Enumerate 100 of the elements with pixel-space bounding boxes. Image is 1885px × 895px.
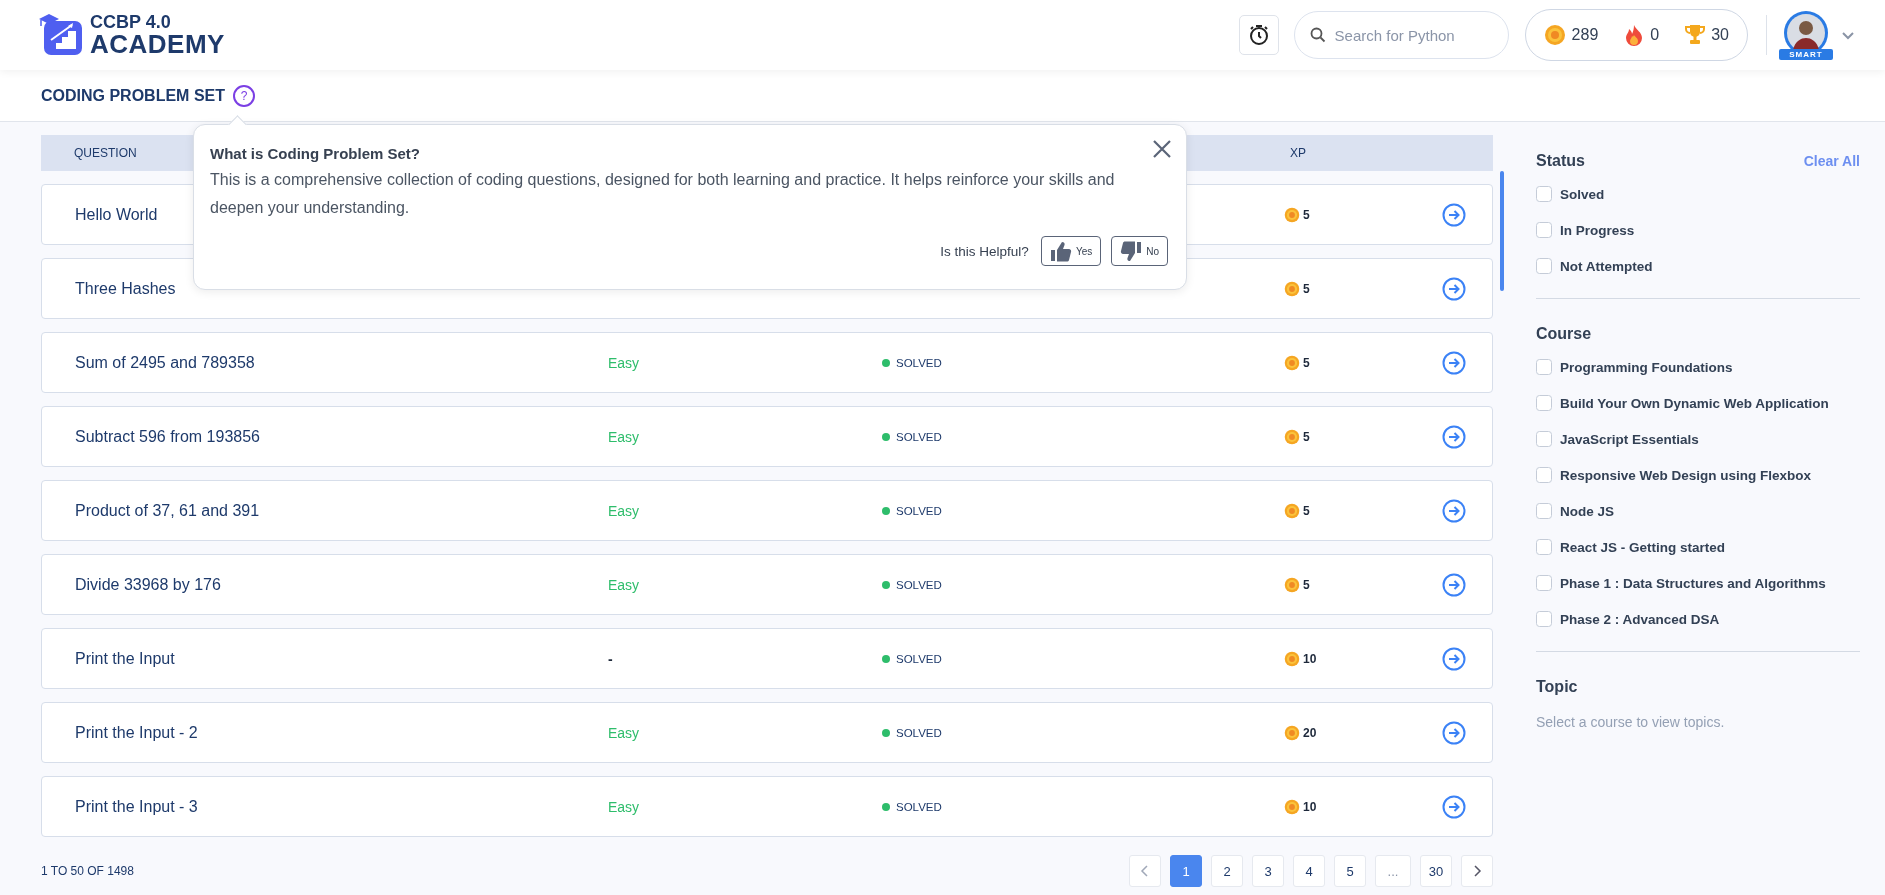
xp-coin-icon xyxy=(1284,354,1300,371)
page-button[interactable]: 5 xyxy=(1334,855,1366,887)
filter-option[interactable]: Phase 1 : Data Structures and Algorithms xyxy=(1560,575,1826,591)
question-row[interactable]: Product of 37, 61 and 391 Easy SOLVED 5 xyxy=(41,480,1493,541)
open-button[interactable] xyxy=(1442,498,1466,523)
checkbox[interactable] xyxy=(1536,575,1552,591)
xp-value: 5 xyxy=(1303,355,1310,370)
xp-coin-icon xyxy=(1284,724,1300,741)
status-label: SOLVED xyxy=(896,578,942,591)
filter-option[interactable]: React JS - Getting started xyxy=(1560,539,1726,555)
filter-heading: Status xyxy=(1536,152,1585,170)
open-button[interactable] xyxy=(1442,794,1466,819)
next-page-button[interactable] xyxy=(1461,855,1493,887)
helpful-yes-button[interactable]: Yes xyxy=(1040,236,1102,266)
logo-text: CCBP 4.0 xyxy=(90,13,172,31)
xp-coin-icon xyxy=(1284,206,1300,223)
status-label: SOLVED xyxy=(896,800,942,813)
avatar-badge: SMART xyxy=(1779,49,1833,60)
arrow-right-circle-icon xyxy=(1442,720,1466,745)
question-title: Hello World xyxy=(75,205,158,224)
question-row[interactable]: Sum of 2495 and 789358 Easy SOLVED 5 xyxy=(41,332,1493,393)
question-title: Three Hashes xyxy=(75,279,176,298)
checkbox[interactable] xyxy=(1536,258,1552,274)
status-dot xyxy=(882,728,890,737)
filter-option[interactable]: Node JS xyxy=(1560,503,1614,519)
chevron-left-icon xyxy=(1140,865,1150,877)
page-button[interactable]: 2 xyxy=(1211,855,1243,887)
question-row[interactable]: Subtract 596 from 193856 Easy SOLVED 5 xyxy=(41,406,1493,467)
arrow-right-circle-icon xyxy=(1442,498,1466,523)
open-button[interactable] xyxy=(1442,276,1466,301)
filter-option[interactable]: Programming Foundations xyxy=(1560,359,1733,375)
popover-title: What is Coding Problem Set? xyxy=(210,145,420,162)
column-header: XP xyxy=(1290,146,1306,160)
open-button[interactable] xyxy=(1442,646,1466,671)
stat-value: 0 xyxy=(1650,26,1660,44)
timer-button[interactable] xyxy=(1238,15,1279,55)
open-button[interactable] xyxy=(1442,202,1466,227)
difficulty-label: Easy xyxy=(608,724,640,741)
close-icon xyxy=(1152,139,1172,159)
xp-coin-icon xyxy=(1284,650,1300,667)
checkbox[interactable] xyxy=(1536,431,1552,447)
checkbox[interactable] xyxy=(1536,503,1552,519)
xp-value: 5 xyxy=(1303,281,1310,296)
open-button[interactable] xyxy=(1442,720,1466,745)
checkbox[interactable] xyxy=(1536,359,1552,375)
xp-value: 5 xyxy=(1303,429,1310,444)
search-icon xyxy=(1309,27,1326,43)
arrow-right-circle-icon xyxy=(1442,350,1466,375)
previous-page-button[interactable] xyxy=(1129,855,1161,887)
filter-option[interactable]: Build Your Own Dynamic Web Application xyxy=(1560,395,1829,411)
filter-option[interactable]: Not Attempted xyxy=(1560,258,1653,274)
checkbox[interactable] xyxy=(1536,611,1552,627)
close-button[interactable] xyxy=(1152,139,1172,159)
thumbs-down-icon xyxy=(1120,240,1143,262)
xp-value: 5 xyxy=(1303,207,1310,222)
help-button[interactable]: ? xyxy=(233,84,255,107)
helpful-no-button[interactable]: No xyxy=(1111,236,1168,266)
question-title: Print the Input - 3 xyxy=(75,797,198,816)
checkbox[interactable] xyxy=(1536,467,1552,483)
status-label: SOLVED xyxy=(896,504,942,517)
filter-option[interactable]: JavaScript Essentials xyxy=(1560,431,1699,447)
xp-coin-icon xyxy=(1284,280,1300,297)
status-label: SOLVED xyxy=(896,726,942,739)
checkbox[interactable] xyxy=(1536,222,1552,238)
arrow-right-circle-icon xyxy=(1442,646,1466,671)
page-button[interactable]: 1 xyxy=(1170,855,1202,887)
xp-coin-icon xyxy=(1543,24,1566,46)
filter-option[interactable]: In Progress xyxy=(1560,222,1635,238)
checkbox[interactable] xyxy=(1536,539,1552,555)
stat-value: 30 xyxy=(1711,26,1729,44)
status-dot xyxy=(882,580,890,589)
arrow-right-circle-icon xyxy=(1442,572,1466,597)
open-button[interactable] xyxy=(1442,350,1466,375)
arrow-right-circle-icon xyxy=(1442,202,1466,227)
status-dot xyxy=(882,358,890,367)
search-field[interactable]: Search for Python xyxy=(1293,11,1509,59)
popover-text: This is a comprehensive collection of coding questions, designed for both learning and practice. It helps reinforce your skills and deepen your understanding. xyxy=(210,170,1116,218)
filter-option[interactable]: Solved xyxy=(1560,186,1605,202)
difficulty-label: Easy xyxy=(608,354,640,371)
xp-value: 5 xyxy=(1303,503,1310,518)
filter-option[interactable]: Responsive Web Design using Flexbox xyxy=(1560,467,1812,483)
filter-option[interactable]: Phase 2 : Advanced DSA xyxy=(1560,611,1720,627)
open-button[interactable] xyxy=(1442,572,1466,597)
logo-icon xyxy=(38,13,84,57)
checkbox[interactable] xyxy=(1536,395,1552,411)
checkbox[interactable] xyxy=(1536,186,1552,202)
question-title: Product of 37, 61 and 391 xyxy=(75,501,260,520)
stat-value: 289 xyxy=(1571,26,1599,44)
page-button[interactable]: 3 xyxy=(1252,855,1284,887)
question-row[interactable]: Divide 33968 by 176 Easy SOLVED 5 xyxy=(41,554,1493,615)
arrow-right-circle-icon xyxy=(1442,794,1466,819)
page-button[interactable]: 30 xyxy=(1420,855,1452,887)
question-row[interactable]: Print the Input - 3 Easy SOLVED 10 xyxy=(41,776,1493,837)
question-row[interactable]: Print the Input - SOLVED 10 xyxy=(41,628,1493,689)
open-button[interactable] xyxy=(1442,424,1466,449)
question-title: Subtract 596 from 193856 xyxy=(75,427,260,446)
scrollbar-thumb[interactable] xyxy=(1500,171,1504,291)
question-row[interactable]: Print the Input - 2 Easy SOLVED 20 xyxy=(41,702,1493,763)
arrow-right-circle-icon xyxy=(1442,276,1466,301)
page-button[interactable]: 4 xyxy=(1293,855,1325,887)
